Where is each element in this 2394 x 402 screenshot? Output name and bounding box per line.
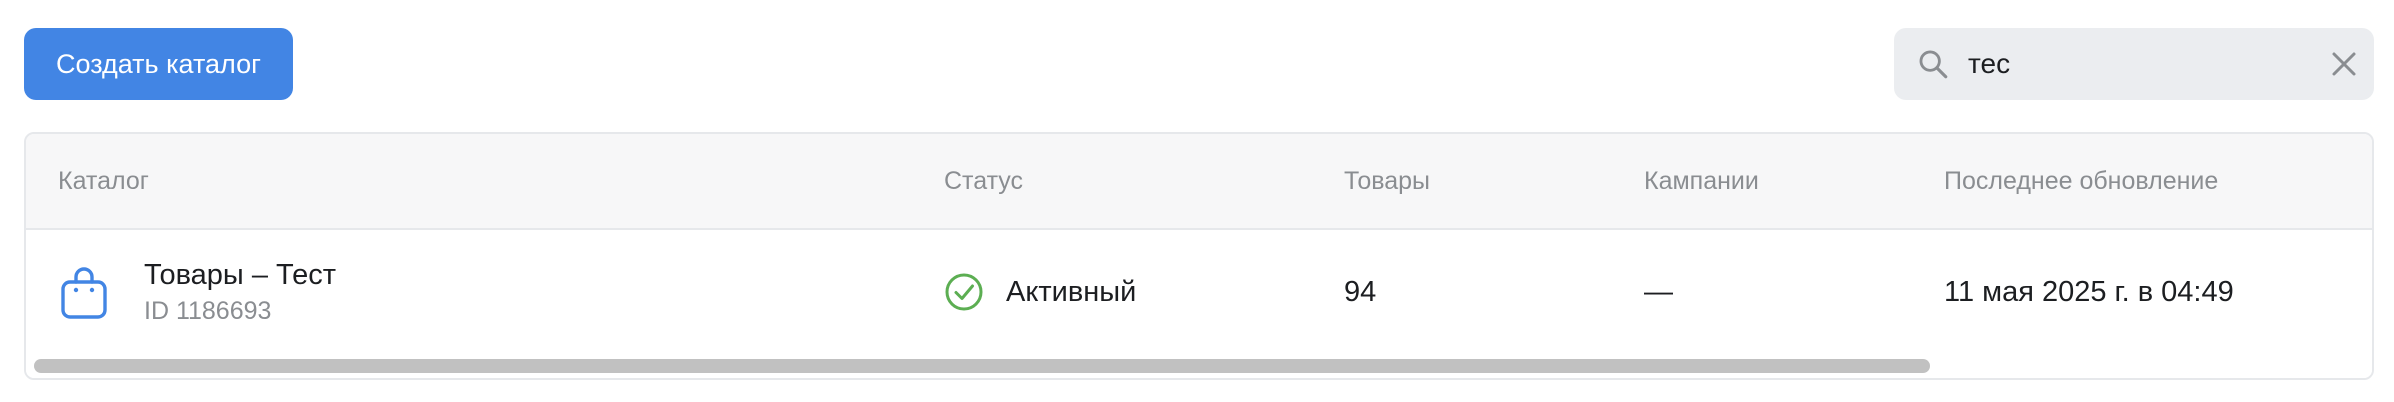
toolbar: Создать каталог	[24, 28, 2374, 100]
table-header: Каталог Статус Товары Кампании Последнее…	[26, 134, 2372, 230]
horizontal-scrollbar[interactable]	[26, 352, 2372, 378]
check-circle-icon	[945, 273, 983, 311]
column-header-catalog[interactable]: Каталог	[58, 134, 149, 228]
search-input[interactable]	[1968, 39, 2329, 89]
column-header-campaigns[interactable]: Кампании	[1644, 134, 1759, 228]
scrollbar-thumb[interactable]	[34, 359, 1930, 373]
catalog-id: ID 1186693	[144, 297, 272, 325]
shopping-bag-icon	[61, 267, 107, 319]
table-row[interactable]: Товары – Тест ID 1186693 Активный 94 — 1…	[26, 230, 2372, 354]
create-catalog-button[interactable]: Создать каталог	[24, 28, 293, 100]
search-icon	[1919, 50, 1948, 79]
catalog-name-block: Товары – Тест ID 1186693	[144, 256, 336, 328]
close-icon[interactable]	[2329, 49, 2359, 79]
status-cell: Активный	[944, 230, 1136, 354]
catalog-table: Каталог Статус Товары Кампании Последнее…	[24, 132, 2374, 380]
column-header-products[interactable]: Товары	[1344, 134, 1430, 228]
column-header-last-updated[interactable]: Последнее обновление	[1944, 134, 2218, 228]
column-header-status[interactable]: Статус	[944, 134, 1023, 228]
status-label: Активный	[1006, 275, 1137, 308]
products-count: 94	[1344, 275, 1377, 308]
last-updated: 11 мая 2025 г. в 04:49	[1944, 275, 2234, 308]
catalog-name[interactable]: Товары – Тест	[144, 256, 336, 294]
search-box[interactable]	[1894, 28, 2374, 100]
campaigns-count: —	[1644, 275, 1673, 308]
